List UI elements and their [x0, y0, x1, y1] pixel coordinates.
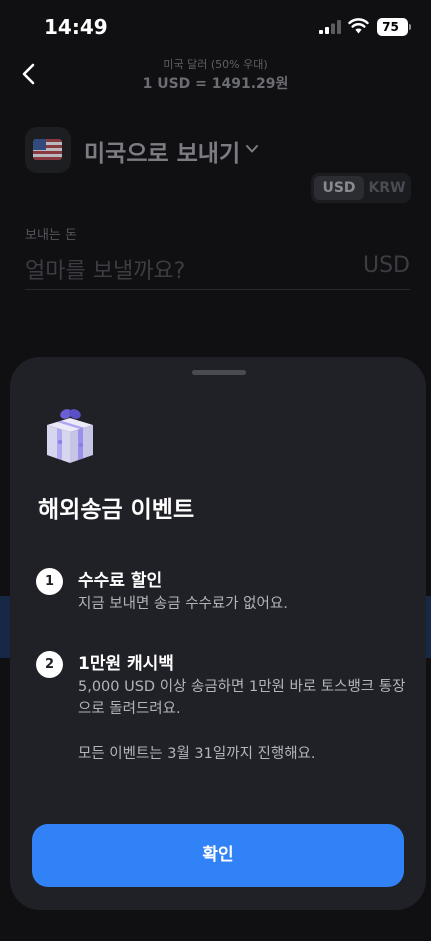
currency-toggle[interactable]: USD KRW [311, 173, 411, 203]
background-element-right [426, 596, 431, 658]
event-bottom-sheet: 해외송금 이벤트 1 수수료 할인 지금 보내면 송금 수수료가 없어요. 2 … [10, 357, 426, 910]
benefit-title: 1만원 캐시백 [78, 654, 174, 674]
sheet-title: 해외송금 이벤트 [38, 497, 195, 523]
benefit-description: 지금 보내면 송금 수수료가 없어요. [78, 596, 288, 612]
sheet-drag-handle[interactable] [192, 370, 246, 375]
destination-flag[interactable] [25, 127, 71, 173]
exchange-rate-subtitle: 미국 달러 (50% 우대) [163, 58, 268, 71]
amount-label: 보내는 돈 [25, 228, 77, 243]
currency-option-usd[interactable]: USD [314, 176, 364, 200]
exchange-rate: 1 USD = 1491.29원 [142, 76, 289, 92]
destination-title[interactable]: 미국으로 보내기 [84, 134, 240, 168]
amount-input[interactable]: 얼마를 보낼까요? [25, 253, 185, 285]
us-flag-icon [33, 139, 62, 160]
flag-canton [33, 139, 46, 150]
amount-unit: USD [362, 253, 410, 278]
gift-box-icon [47, 409, 93, 463]
currency-option-krw[interactable]: KRW [366, 176, 408, 200]
number-badge: 2 [36, 651, 63, 678]
confirm-button[interactable]: 확인 [32, 824, 404, 887]
chevron-down-icon[interactable] [245, 143, 259, 155]
amount-underline [25, 289, 410, 290]
background-element-left [0, 596, 10, 658]
benefit-title: 수수료 할인 [78, 571, 163, 591]
number-badge: 1 [36, 568, 63, 595]
benefit-description: 5,000 USD 이상 송금하면 1만원 바로 토스뱅크 통장으로 돌려드려요… [78, 679, 406, 717]
event-period-note: 모든 이벤트는 3월 31일까지 진행해요. [78, 746, 316, 762]
screen: 14:49 75 미국 달러 (50% 우대) 1 USD = 1491.29원 [0, 0, 431, 941]
